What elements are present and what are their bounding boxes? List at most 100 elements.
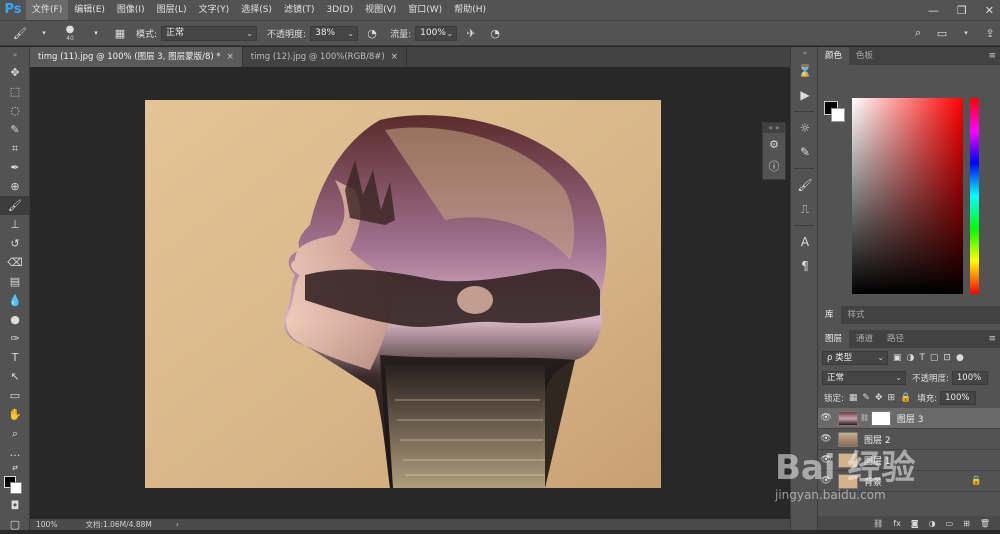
- lock-all-icon[interactable]: 🔒: [900, 393, 911, 403]
- swap-colors-icon[interactable]: ⇄: [0, 462, 30, 474]
- pen-tool-icon[interactable]: ✑: [0, 329, 30, 348]
- type-tool-icon[interactable]: T: [0, 348, 30, 367]
- lock-transparent-icon[interactable]: ▦: [849, 393, 858, 403]
- menu-select[interactable]: 选择(S): [235, 0, 278, 20]
- hue-slider[interactable]: [970, 98, 979, 294]
- filter-pixel-icon[interactable]: ▣: [893, 353, 902, 363]
- menu-view[interactable]: 视图(V): [359, 0, 402, 20]
- hand-tool-icon[interactable]: ✋: [0, 405, 30, 424]
- color-picker[interactable]: [818, 65, 1000, 294]
- background-color-swatch[interactable]: [10, 482, 22, 494]
- tab-layers[interactable]: 图层: [818, 330, 850, 348]
- brush-size-caret-icon[interactable]: ▾: [86, 24, 106, 42]
- tab-libraries[interactable]: 库: [818, 306, 841, 324]
- tab-swatches[interactable]: 色板: [849, 47, 880, 65]
- layer-filter-select[interactable]: ρ 类型 ⌄: [822, 351, 888, 365]
- opacity-field[interactable]: 38% ⌄: [310, 25, 359, 41]
- airbrush-icon[interactable]: ✈: [461, 24, 481, 42]
- document-image[interactable]: [145, 100, 661, 488]
- layer-name[interactable]: 图层 3: [897, 412, 924, 425]
- menu-file[interactable]: 文件(F): [26, 0, 69, 20]
- menu-3d[interactable]: 3D(D): [320, 0, 359, 20]
- fill-field[interactable]: 100%: [940, 391, 977, 405]
- info-icon[interactable]: ⓘ: [763, 155, 785, 177]
- zoom-tool-icon[interactable]: ⌕: [0, 424, 30, 443]
- actions-play-icon[interactable]: ▶: [791, 83, 819, 107]
- more-tools-icon[interactable]: …: [0, 443, 30, 462]
- menu-layer[interactable]: 图层(L): [151, 0, 193, 20]
- collapse-icon[interactable]: « »: [763, 123, 785, 133]
- history-brush-tool-icon[interactable]: ↺: [0, 234, 30, 253]
- clone-stamp-tool-icon[interactable]: ⊥: [0, 215, 30, 234]
- panel-menu-icon[interactable]: ≡: [988, 47, 996, 65]
- lock-pixels-icon[interactable]: ✎: [862, 393, 870, 403]
- color-swatches[interactable]: [0, 474, 29, 496]
- saturation-value-field[interactable]: [852, 98, 963, 294]
- menu-filter[interactable]: 滤镜(T): [278, 0, 321, 20]
- add-mask-icon[interactable]: ◙: [911, 519, 919, 528]
- background-color-swatch[interactable]: [831, 108, 845, 122]
- healing-brush-tool-icon[interactable]: ⊕: [0, 177, 30, 196]
- new-group-icon[interactable]: ▭: [946, 519, 954, 528]
- collapse-icon[interactable]: «: [791, 47, 819, 59]
- eraser-tool-icon[interactable]: ⌫: [0, 253, 30, 272]
- menu-image[interactable]: 图像(I): [111, 0, 151, 20]
- filter-type-icon[interactable]: T: [919, 353, 925, 363]
- workspace-caret-icon[interactable]: ▾: [956, 24, 976, 42]
- layer-style-icon[interactable]: fx: [893, 519, 901, 528]
- lasso-tool-icon[interactable]: ◌: [0, 101, 30, 120]
- move-tool-icon[interactable]: ✥: [0, 63, 30, 82]
- new-layer-icon[interactable]: ⊞: [963, 519, 970, 528]
- brush-tool-preset-icon[interactable]: 🖌: [10, 24, 30, 42]
- pressure-opacity-icon[interactable]: ◔: [362, 24, 382, 42]
- tab-color[interactable]: 颜色: [818, 47, 850, 65]
- minimize-button[interactable]: —: [928, 4, 939, 17]
- adjustment-layer-icon[interactable]: ◑: [929, 519, 936, 528]
- menu-window[interactable]: 窗口(W): [402, 0, 448, 20]
- brush-panel-toggle-icon[interactable]: ▦: [110, 24, 130, 42]
- path-select-tool-icon[interactable]: ↖: [0, 367, 30, 386]
- menu-help[interactable]: 帮助(H): [448, 0, 492, 20]
- collapse-icon[interactable]: »: [0, 47, 30, 63]
- character-icon[interactable]: A: [791, 230, 819, 254]
- close-icon[interactable]: ×: [227, 52, 234, 62]
- clone-source-icon[interactable]: ⎍: [791, 197, 819, 221]
- layer-mask-thumbnail[interactable]: [870, 410, 891, 426]
- crop-tool-icon[interactable]: ⌗: [0, 139, 30, 158]
- brush-preset-picker-caret-icon[interactable]: ▾: [34, 24, 54, 42]
- gradient-tool-icon[interactable]: ▤: [0, 272, 30, 291]
- pressure-size-icon[interactable]: ◔: [485, 24, 505, 42]
- adjustments-icon[interactable]: ☼: [791, 116, 819, 140]
- menu-type[interactable]: 文字(Y): [193, 0, 236, 20]
- workspace-icon[interactable]: ▭: [932, 24, 952, 42]
- delete-layer-icon[interactable]: 🗑: [980, 519, 990, 528]
- zoom-level[interactable]: 100%: [36, 520, 57, 529]
- status-menu-arrow[interactable]: ›: [176, 520, 179, 529]
- filter-shape-icon[interactable]: ▢: [930, 353, 939, 363]
- screen-mode-icon[interactable]: ▢: [0, 515, 30, 534]
- lock-position-icon[interactable]: ✥: [875, 393, 883, 403]
- filter-toggle-icon[interactable]: ●: [956, 353, 964, 363]
- share-icon[interactable]: ⇪: [980, 24, 1000, 42]
- restore-button[interactable]: ❐: [957, 4, 967, 17]
- marquee-tool-icon[interactable]: ⬚: [0, 82, 30, 101]
- eye-icon[interactable]: 👁: [818, 413, 834, 423]
- close-button[interactable]: ✕: [985, 4, 994, 17]
- link-icon[interactable]: ⛓: [860, 414, 869, 422]
- brush-size-picker[interactable]: ● 40: [58, 24, 82, 42]
- menu-edit[interactable]: 编辑(E): [68, 0, 111, 20]
- properties-icon[interactable]: ⚙: [763, 133, 785, 155]
- layer-opacity-field[interactable]: 100%: [951, 371, 988, 385]
- history-icon[interactable]: ⌛: [791, 59, 819, 83]
- tab-timg-11[interactable]: timg (11).jpg @ 100% (图层 3, 图层蒙版/8) * ×: [30, 47, 243, 67]
- filter-adjustment-icon[interactable]: ◑: [907, 353, 915, 363]
- rectangle-tool-icon[interactable]: ▭: [0, 386, 30, 405]
- tab-channels[interactable]: 通道: [849, 330, 880, 348]
- tab-timg-12[interactable]: timg (12).jpg @ 100%(RGB/8#) ×: [243, 47, 407, 67]
- brushes-icon[interactable]: 🖌: [791, 173, 819, 197]
- search-icon[interactable]: ⌕: [908, 24, 928, 42]
- blur-tool-icon[interactable]: 💧: [0, 291, 30, 310]
- paragraph-icon[interactable]: ¶: [791, 254, 819, 278]
- panel-menu-icon[interactable]: ≡: [988, 330, 996, 348]
- layer-row-3[interactable]: 👁 ⛓ 图层 3: [818, 408, 1000, 429]
